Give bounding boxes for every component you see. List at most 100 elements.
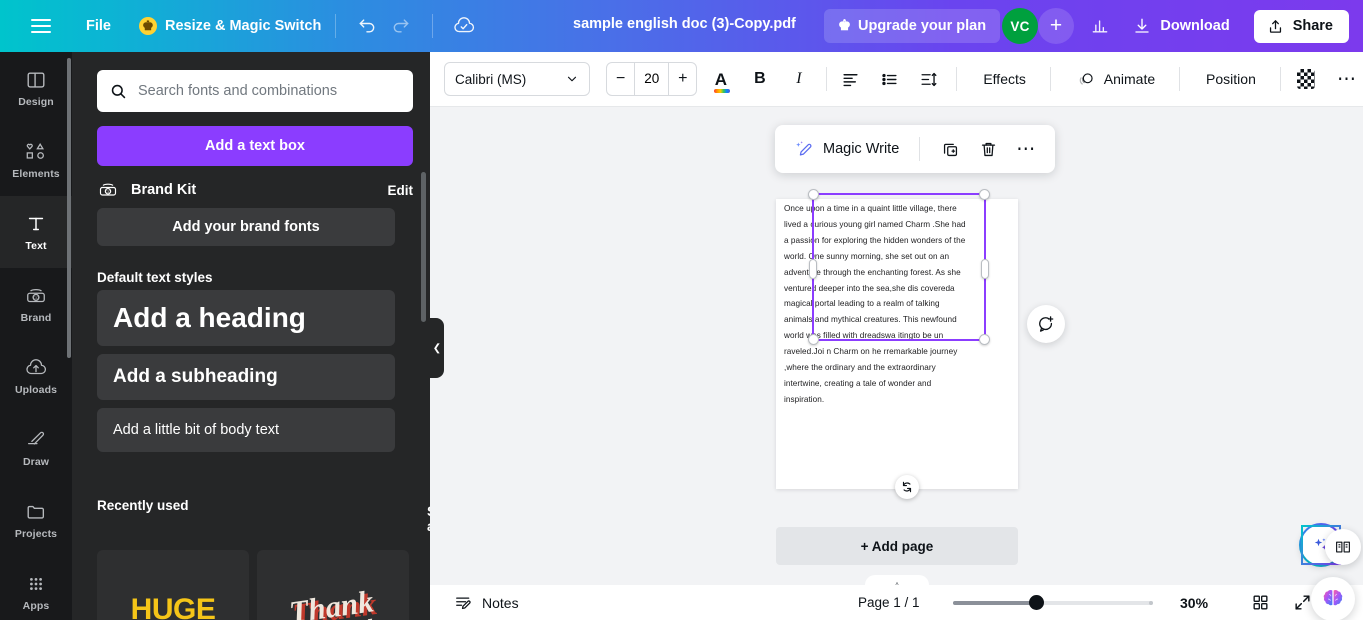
sidebar-item-apps[interactable]: Apps [0, 556, 72, 620]
text-color-letter: A [714, 69, 728, 89]
collapse-panel-handle[interactable]: ❮ [430, 318, 444, 378]
resize-handle-left[interactable] [809, 259, 817, 279]
sidebar-item-design[interactable]: Design [0, 52, 72, 124]
undo-icon[interactable] [350, 9, 384, 43]
font-size-increase-button[interactable]: + [669, 63, 696, 95]
resize-handle-top-left[interactable] [808, 189, 819, 200]
rail-scrollbar[interactable] [67, 58, 71, 358]
text-selection-box[interactable] [808, 189, 990, 345]
brain-icon [1323, 589, 1343, 606]
chevron-left-icon: ❮ [432, 342, 442, 354]
sidebar-item-projects[interactable]: Projects [0, 484, 72, 556]
animate-circle-icon [1079, 72, 1093, 85]
open-book-button[interactable] [1325, 529, 1361, 565]
redo-icon[interactable] [384, 9, 418, 43]
canvas-area[interactable]: Magic Write ⋯ Once upon a time in a quai… [430, 107, 1363, 585]
style-card-body[interactable]: Add a little bit of body text [97, 408, 395, 452]
font-size-input[interactable]: 20 [634, 63, 670, 95]
resize-handle-top-right[interactable] [979, 189, 990, 200]
duplicate-icon[interactable] [934, 133, 966, 165]
brand-kit-edit-link[interactable]: Edit [388, 183, 414, 198]
align-left-icon [843, 73, 858, 86]
shapes-icon [26, 142, 45, 159]
resize-magic-switch-button[interactable]: ♚ Resize & Magic Switch [138, 17, 321, 35]
grid-view-glyph [1252, 595, 1268, 610]
recent-thumbnail-thank-you[interactable]: Thank you! [257, 550, 409, 620]
sidebar-item-uploads[interactable]: Uploads [0, 340, 72, 412]
sidebar-item-elements[interactable]: Elements [0, 124, 72, 196]
bold-button[interactable]: B [744, 62, 775, 96]
search-input[interactable] [138, 83, 401, 99]
panel-scrollbar[interactable] [421, 172, 426, 322]
sidebar-item-brand[interactable]: CO Brand [0, 268, 72, 340]
bullet-list-icon [882, 73, 897, 85]
see-all-link[interactable]: See all [427, 504, 430, 534]
notes-expand-tab[interactable]: ▵ [865, 575, 929, 585]
position-button[interactable]: Position [1194, 64, 1268, 94]
file-menu-button[interactable]: File [86, 18, 111, 34]
recent-thumbnail-huge-sale[interactable]: HUGE SALE [97, 550, 249, 620]
resize-handle-right[interactable] [981, 259, 989, 279]
notes-button[interactable]: Notes [446, 588, 527, 617]
notes-label: Notes [482, 594, 519, 611]
magic-pencil-icon [796, 141, 812, 156]
bold-icon: B [754, 70, 766, 87]
hamburger-icon[interactable] [18, 19, 64, 33]
style-card-subheading[interactable]: Add a subheading [97, 354, 395, 400]
italic-button[interactable]: I [783, 62, 814, 96]
sidebar-item-text[interactable]: Text [0, 196, 72, 268]
line-spacing-button[interactable] [913, 62, 944, 96]
grid-view-icon[interactable] [1244, 587, 1276, 619]
left-rail: Design Elements Text CO Brand Uploads Dr… [0, 52, 72, 620]
open-book-icon [1336, 541, 1350, 553]
trash-icon[interactable] [972, 133, 1004, 165]
sidebar-item-draw[interactable]: Draw [0, 412, 72, 484]
magic-write-button[interactable]: Magic Write [788, 134, 905, 164]
sidebar-item-label: Design [18, 95, 54, 108]
add-brand-fonts-button[interactable]: Add your brand fonts [97, 208, 395, 246]
divider [826, 67, 828, 91]
canva-assistant-button[interactable] [1311, 577, 1355, 620]
divider [1179, 67, 1181, 91]
add-comment-icon [1039, 316, 1054, 332]
bar-chart-icon[interactable] [1083, 9, 1117, 43]
sidebar-item-label: Text [25, 239, 47, 252]
add-page-button[interactable]: + Add page [776, 527, 1018, 565]
add-comment-button[interactable] [1027, 305, 1065, 343]
upgrade-plan-button[interactable]: ♚ Upgrade your plan [824, 9, 1001, 43]
italic-icon: I [796, 70, 802, 87]
search-field[interactable] [97, 70, 413, 112]
more-horizontal-icon[interactable]: ⋯ [1331, 66, 1363, 93]
animate-button[interactable]: Animate [1065, 63, 1167, 96]
download-button[interactable]: Download [1121, 10, 1241, 42]
avatar[interactable]: VC [1002, 8, 1038, 44]
zoom-level-value[interactable]: 30% [1180, 595, 1208, 611]
add-text-box-button[interactable]: Add a text box [97, 126, 413, 166]
notes-pencil-icon [456, 597, 471, 610]
font-size-stepper[interactable]: − 20 + [606, 62, 698, 96]
transparency-checker-icon[interactable] [1296, 69, 1315, 89]
document-title[interactable]: sample english doc (3)-Copy.pdf [573, 16, 796, 32]
sidebar-item-label: Brand [20, 311, 52, 324]
text-panel: Add a text box CO Brand Kit Edit Add you… [72, 52, 430, 620]
zoom-slider-end-dot [1149, 600, 1153, 605]
resize-handle-bottom-left[interactable] [808, 334, 819, 345]
style-card-heading[interactable]: Add a heading [97, 290, 395, 346]
add-member-button[interactable]: + [1038, 8, 1074, 44]
zoom-slider-knob[interactable] [1029, 595, 1044, 610]
bullet-list-button[interactable] [874, 62, 905, 96]
resize-handle-bottom-right[interactable] [979, 334, 990, 345]
thumb-line-1: HUGE [130, 592, 216, 620]
text-align-button[interactable] [835, 62, 866, 96]
effects-button[interactable]: Effects [971, 64, 1038, 94]
rotate-handle-icon[interactable] [895, 475, 919, 499]
folder-icon [27, 505, 45, 519]
cloud-check-icon[interactable] [447, 9, 481, 43]
chevron-down-icon [567, 76, 577, 82]
zoom-slider[interactable] [953, 595, 1153, 611]
font-family-select[interactable]: Calibri (MS) [444, 62, 591, 96]
font-size-decrease-button[interactable]: − [607, 63, 634, 95]
share-button[interactable]: Share [1253, 9, 1349, 43]
text-color-button[interactable]: A [705, 62, 736, 96]
more-horizontal-icon[interactable]: ⋯ [1010, 133, 1042, 165]
